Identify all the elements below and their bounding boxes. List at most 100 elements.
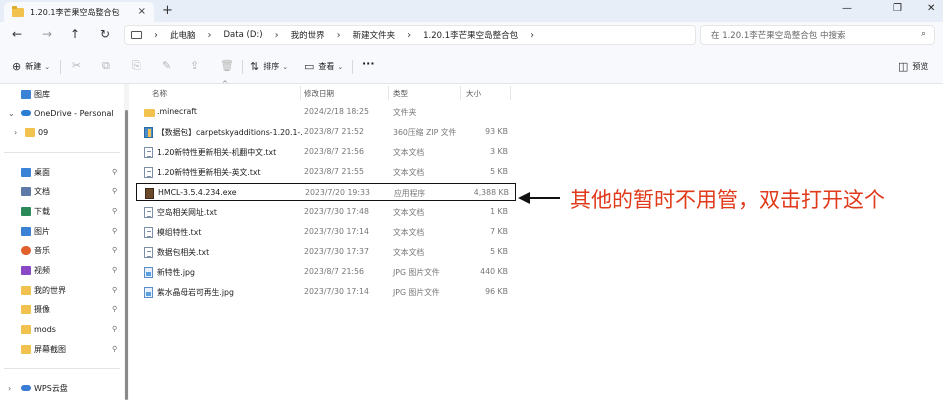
new-tab-button[interactable]: + xyxy=(162,3,173,18)
refresh-button[interactable]: ↻ xyxy=(100,27,110,41)
file-row[interactable]: 1.20新特性更新相关-机翻中文.txt 2023/8/7 21:56 文本文档… xyxy=(136,143,516,161)
breadcrumb-separator: › xyxy=(336,29,341,41)
plus-circle-icon: ⊕ xyxy=(12,60,22,73)
column-divider[interactable] xyxy=(300,86,301,100)
divider xyxy=(352,60,353,74)
sidebar-item-music[interactable]: 音乐 ⚲ xyxy=(0,241,124,259)
chevron-right-icon[interactable]: › xyxy=(8,384,11,393)
divider xyxy=(4,368,120,369)
sidebar-scrollbar[interactable] xyxy=(124,84,129,400)
file-type: 文本文档 xyxy=(393,228,425,237)
sidebar-item-documents[interactable]: 文档 ⚲ xyxy=(0,182,124,200)
file-size: 96 KB xyxy=(485,287,508,296)
breadcrumb-item[interactable]: 1.20.1李芒果空岛整合包 xyxy=(423,29,518,41)
breadcrumb-item[interactable]: 此电脑 xyxy=(170,29,196,41)
file-row[interactable]: 空岛相关网址.txt 2023/7/30 17:48 文本文档 1 KB xyxy=(136,203,516,221)
column-header-type[interactable]: 类型 xyxy=(393,88,408,99)
divider xyxy=(60,60,61,74)
image-file-icon xyxy=(144,287,153,298)
chevron-down-icon[interactable]: ⌄ xyxy=(8,109,15,118)
file-row[interactable]: 紫水晶母岩可再生.jpg 2023/7/30 17:14 JPG 图片文件 96… xyxy=(136,283,516,301)
address-bar[interactable]: › 此电脑 › Data (D:) › 我的世界 › 新建文件夹 › 1.20.… xyxy=(124,25,696,45)
file-date: 2023/8/7 21:56 xyxy=(304,267,364,276)
file-name: 数据包相关.txt xyxy=(157,248,210,257)
file-date: 2023/8/7 21:56 xyxy=(304,147,364,156)
column-header-date[interactable]: 修改日期 xyxy=(304,88,334,99)
sidebar-item-downloads[interactable]: 下载 ⚲ xyxy=(0,202,124,220)
sidebar-item-label: 音乐 xyxy=(34,245,50,255)
sidebar-item-desktop[interactable]: 桌面 ⚲ xyxy=(0,163,124,181)
forward-button[interactable]: → xyxy=(42,27,52,41)
text-file-icon xyxy=(144,167,153,178)
sidebar-item-label: 图库 xyxy=(34,89,50,99)
computer-icon xyxy=(131,31,142,39)
share-icon[interactable]: ⇪ xyxy=(190,59,199,72)
command-bar: ⊕ 新建 ⌄ ✂ ⧉ ⎘ ✎ ⇪ 🗑 ⇅ 排序 ⌄ ▭ 查看 ⌄ ··· ◫ 预… xyxy=(0,48,943,84)
restore-button[interactable]: ❐ xyxy=(893,3,902,14)
cut-icon[interactable]: ✂ xyxy=(72,59,81,72)
sidebar-item-screenshots[interactable]: 屏幕截图 ⚲ xyxy=(0,340,124,358)
sidebar-item-pictures[interactable]: 图片 ⚲ xyxy=(0,222,124,240)
search-placeholder: 在 1.20.1李芒果空岛整合包 中搜索 xyxy=(711,31,846,41)
column-header-size[interactable]: 大小 xyxy=(466,88,481,99)
more-options-button[interactable]: ··· xyxy=(362,57,375,70)
file-row-selected[interactable]: HMCL-3.5.4.234.exe 2023/7/20 19:33 应用程序 … xyxy=(136,183,516,201)
view-button[interactable]: ▭ 查看 ⌄ xyxy=(304,60,343,73)
search-input[interactable]: 在 1.20.1李芒果空岛整合包 中搜索 ⌕ xyxy=(700,25,935,45)
column-header-name[interactable]: 名称 xyxy=(152,88,167,99)
sidebar-item-camera[interactable]: 摄像 ⚲ xyxy=(0,300,124,318)
column-divider[interactable] xyxy=(510,86,511,100)
copy-icon[interactable]: ⧉ xyxy=(102,59,110,73)
file-list: 名称 ^ 修改日期 类型 大小 .minecraft 2024/2/18 18:… xyxy=(130,80,943,400)
file-name: 1.20新特性更新相关-英文.txt xyxy=(157,168,261,177)
breadcrumb-item[interactable]: 我的世界 xyxy=(291,29,325,41)
file-type: 文本文档 xyxy=(393,248,425,257)
tab-active[interactable]: 1.20.1李芒果空岛整合包 × xyxy=(4,2,154,22)
close-window-button[interactable]: ✕ xyxy=(927,3,935,14)
search-icon[interactable]: ⌕ xyxy=(921,29,926,39)
sort-icon: ⇅ xyxy=(250,60,260,73)
file-type: JPG 图片文件 xyxy=(393,268,440,277)
file-size: 1 KB xyxy=(490,207,508,216)
column-divider[interactable] xyxy=(460,86,461,100)
delete-icon[interactable]: 🗑 xyxy=(220,59,234,72)
breadcrumb-item[interactable]: 新建文件夹 xyxy=(353,29,396,41)
file-row[interactable]: .minecraft 2024/2/18 18:25 文件夹 xyxy=(136,103,516,121)
sidebar-item-gallery[interactable]: 图库 xyxy=(0,85,124,103)
file-name: 紫水晶母岩可再生.jpg xyxy=(157,288,234,297)
sidebar-item-mods[interactable]: mods ⚲ xyxy=(0,320,124,338)
sidebar-item-09[interactable]: › 09 xyxy=(0,123,124,141)
sidebar-item-videos[interactable]: 视频 ⚲ xyxy=(0,261,124,279)
sidebar-item-onedrive[interactable]: ⌄ OneDrive - Personal xyxy=(0,104,124,122)
sidebar-item-label: OneDrive - Personal xyxy=(34,108,114,118)
column-divider[interactable] xyxy=(388,86,389,100)
sort-button[interactable]: ⇅ 排序 ⌄ xyxy=(250,60,288,73)
file-row[interactable]: 【数据包】carpetskyadditions-1.20.1-... 2023/… xyxy=(136,123,516,141)
scrollbar-thumb[interactable] xyxy=(125,110,128,400)
tab-close-button[interactable]: × xyxy=(138,6,146,17)
file-date: 2023/7/30 17:37 xyxy=(304,247,369,256)
up-button[interactable]: ↑ xyxy=(70,27,80,41)
sidebar-item-label: 文档 xyxy=(34,186,50,196)
breadcrumb-item[interactable]: Data (D:) xyxy=(224,30,263,40)
new-button[interactable]: ⊕ 新建 ⌄ xyxy=(12,60,50,73)
sidebar-item-wps-cloud[interactable]: › WPS云盘 xyxy=(0,379,124,397)
file-row[interactable]: 数据包相关.txt 2023/7/30 17:37 文本文档 5 KB xyxy=(136,243,516,261)
rename-icon[interactable]: ✎ xyxy=(162,59,171,72)
breadcrumb-separator: › xyxy=(207,29,212,41)
minimize-button[interactable]: — xyxy=(842,3,852,14)
breadcrumb-separator: › xyxy=(154,29,158,41)
paste-icon[interactable]: ⎘ xyxy=(132,59,141,73)
file-row[interactable]: 模组特性.txt 2023/7/30 17:14 文本文档 7 KB xyxy=(136,223,516,241)
divider xyxy=(242,60,243,74)
file-row[interactable]: 1.20新特性更新相关-英文.txt 2023/8/7 21:55 文本文档 5… xyxy=(136,163,516,181)
view-label: 查看 xyxy=(318,62,335,71)
chevron-right-icon[interactable]: › xyxy=(14,128,17,137)
gallery-icon xyxy=(21,89,31,99)
file-row[interactable]: 新特性.jpg 2023/8/7 21:56 JPG 图片文件 440 KB xyxy=(136,263,516,281)
back-button[interactable]: ← xyxy=(12,27,22,41)
preview-button[interactable]: ◫ 预览 xyxy=(898,60,928,73)
sidebar-item-minecraft[interactable]: 我的世界 ⚲ xyxy=(0,281,124,299)
sort-label: 排序 xyxy=(263,62,280,71)
file-date: 2024/2/18 18:25 xyxy=(304,107,369,116)
